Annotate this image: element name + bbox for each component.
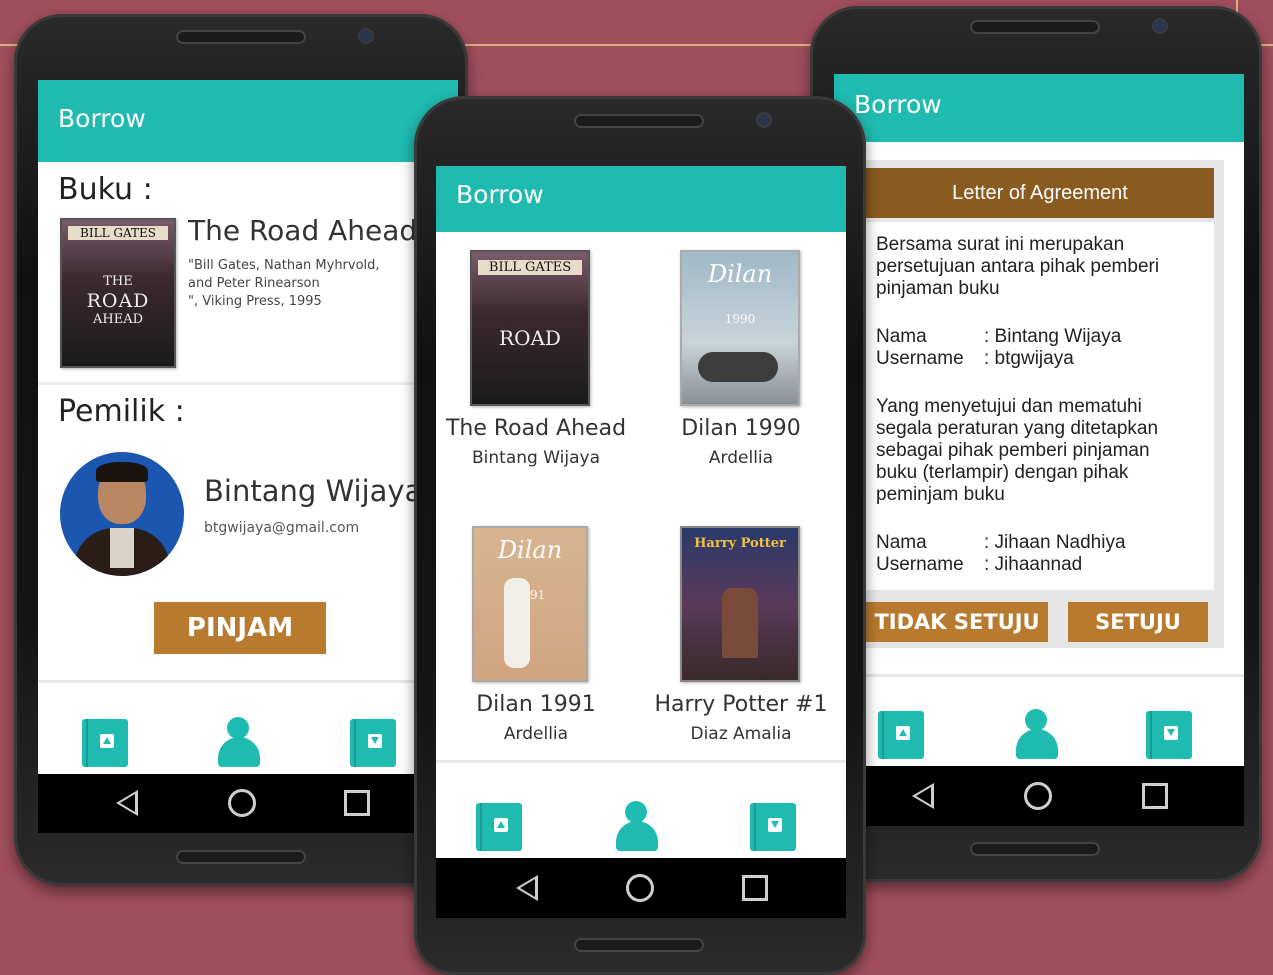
nav-recent-icon[interactable]: [1142, 783, 1168, 809]
profile-icon[interactable]: [216, 717, 262, 767]
nav-home-icon[interactable]: [626, 874, 654, 902]
nav-recent-icon[interactable]: [742, 875, 768, 901]
system-nav-bar: [38, 774, 458, 833]
phone-camera: [758, 114, 770, 126]
profile-icon[interactable]: [614, 801, 660, 851]
setuju-button[interactable]: SETUJU: [1068, 602, 1208, 642]
app-bar: Borrow: [834, 74, 1244, 142]
book-download-icon[interactable]: [750, 803, 796, 851]
book-title: Dilan 1990: [681, 416, 801, 441]
tidak-setuju-button[interactable]: TIDAK SETUJU: [866, 602, 1048, 642]
book-owner: Diaz Amalia: [690, 724, 792, 744]
phone-camera: [1154, 20, 1166, 32]
book-upload-icon[interactable]: [878, 711, 924, 759]
book-meta-line3: ", Viking Press, 1995: [188, 294, 322, 309]
agreement-panel: Letter of Agreement Bersama surat ini me…: [862, 160, 1224, 648]
bottom-nav: [834, 674, 1244, 769]
screen-right: Borrow Letter of Agreement Bersama surat…: [834, 74, 1244, 826]
system-nav-bar: [436, 858, 846, 918]
phone-speaker: [970, 20, 1100, 34]
owner-heading: Pemilik :: [58, 394, 185, 429]
phone-middle: Borrow BILL GATES ROAD The Road Ahead Bi…: [414, 96, 866, 975]
app-bar: Borrow: [436, 166, 846, 232]
nav-back-icon[interactable]: [516, 875, 538, 901]
agreement-header: Letter of Agreement: [866, 168, 1214, 218]
phone-left: Borrow Buku : BILL GATES THE ROAD AHEAD …: [14, 14, 468, 886]
book-download-icon[interactable]: [1146, 711, 1192, 759]
book-owner: Ardellia: [503, 724, 569, 744]
divider: [38, 382, 458, 385]
app-title: Borrow: [456, 180, 544, 209]
book-download-icon[interactable]: [350, 719, 396, 767]
screen-left: Borrow Buku : BILL GATES THE ROAD AHEAD …: [38, 80, 458, 833]
app-title: Borrow: [854, 90, 942, 119]
screen-middle: Borrow BILL GATES ROAD The Road Ahead Bi…: [436, 166, 846, 918]
phone-camera: [360, 30, 372, 42]
nav-home-icon[interactable]: [1024, 782, 1052, 810]
book-cover-harry-potter[interactable]: Harry Potter: [680, 526, 800, 682]
book-cover-road-ahead[interactable]: BILL GATES THE ROAD AHEAD: [60, 218, 176, 368]
book-cover-road-ahead[interactable]: BILL GATES ROAD: [470, 250, 590, 406]
phone-speaker: [176, 30, 306, 44]
nav-back-icon[interactable]: [912, 783, 934, 809]
book-owner: Bintang Wijaya: [472, 448, 600, 468]
app-bar: Borrow: [38, 80, 458, 162]
agreement-body: Bersama surat ini merupakan persetujuan …: [866, 222, 1214, 590]
nav-recent-icon[interactable]: [344, 790, 370, 816]
phone-speaker: [574, 114, 704, 128]
phone-bottom-speaker: [970, 842, 1100, 856]
book-owner: Ardellia: [708, 448, 774, 468]
app-title: Borrow: [58, 104, 146, 133]
book-upload-icon[interactable]: [82, 719, 128, 767]
nav-back-icon[interactable]: [116, 790, 138, 816]
book-heading: Buku :: [58, 172, 153, 207]
bottom-nav: [38, 680, 458, 778]
phone-bottom-speaker: [574, 938, 704, 952]
book-title: Dilan 1991: [476, 692, 596, 717]
book-title: Harry Potter #1: [654, 692, 828, 717]
owner-email: btgwijaya@gmail.com: [204, 520, 360, 536]
pinjam-button[interactable]: PINJAM: [154, 602, 326, 654]
owner-name: Bintang Wijaya: [204, 474, 423, 508]
book-meta-line1: "Bill Gates, Nathan Myhrvold,: [188, 258, 380, 273]
book-title: The Road Ahead: [445, 416, 627, 441]
book-meta-line2: and Peter Rinearson: [188, 276, 320, 291]
phone-bottom-speaker: [176, 850, 306, 864]
nav-home-icon[interactable]: [228, 789, 256, 817]
profile-icon[interactable]: [1014, 709, 1060, 759]
bottom-nav: [436, 760, 846, 861]
system-nav-bar: [834, 766, 1244, 826]
book-upload-icon[interactable]: [476, 803, 522, 851]
book-title: The Road Ahead: [188, 214, 418, 247]
book-cover-dilan-1990[interactable]: Dilan 1990: [680, 250, 800, 406]
phone-right: Borrow Letter of Agreement Bersama surat…: [810, 6, 1262, 882]
avatar[interactable]: [60, 452, 184, 576]
book-cover-dilan-1991[interactable]: Dilan 1991: [472, 526, 588, 682]
